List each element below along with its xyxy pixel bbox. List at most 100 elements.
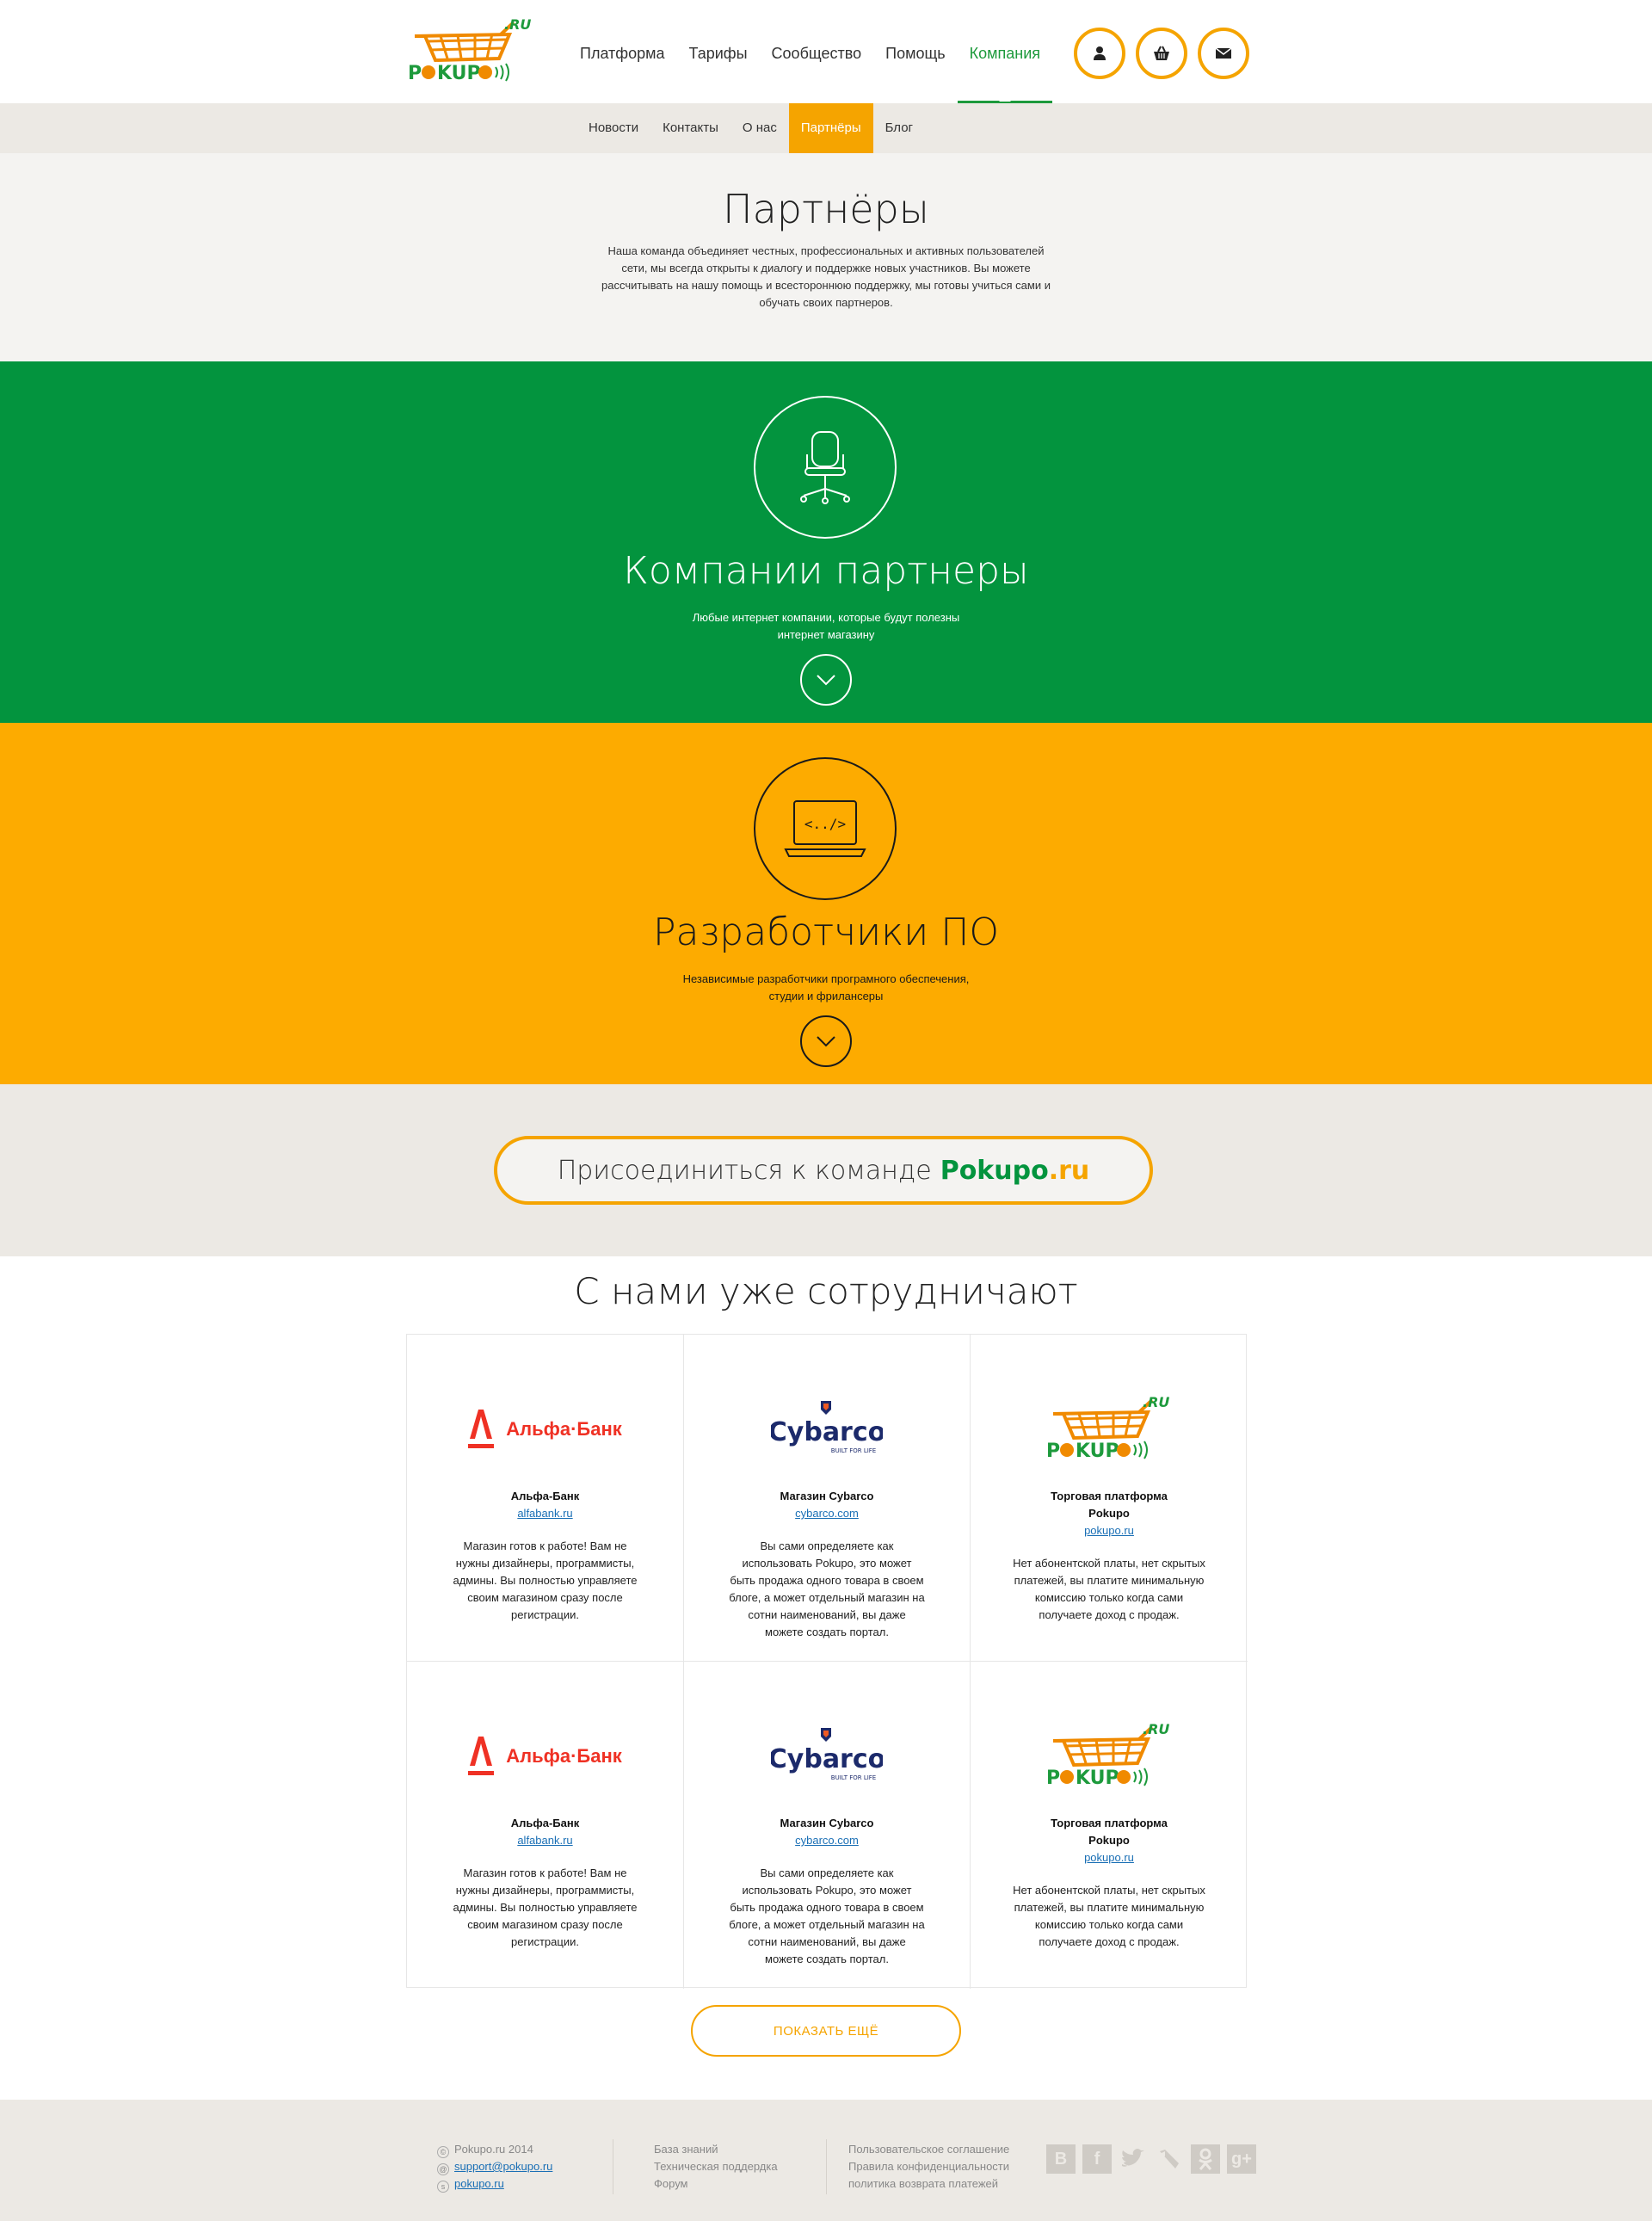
join-section: Присоединиться к команде Pokupo .ru [0,1084,1652,1256]
show-more-button[interactable]: ПОКАЗАТЬ ЕЩЁ [691,2005,961,2057]
user-button[interactable] [1074,28,1125,79]
svg-text:P: P [1046,1768,1060,1789]
svg-text:KUP: KUP [437,63,481,84]
google-plus-button[interactable]: g+ [1227,2144,1256,2174]
partner-link[interactable]: cybarco.com [795,1507,859,1520]
ok-button[interactable] [1191,2144,1220,2174]
partner-name: Торговая платформа Pokupo [1051,1817,1168,1847]
svg-text:KUP: KUP [1076,1768,1119,1789]
partner-link[interactable]: alfabank.ru [517,1507,572,1520]
header: P KUP .RU Платформа Тарифы Сообщество По… [0,0,1652,103]
footer-link-knowledge[interactable]: База знаний [654,2141,778,2158]
footer-email-link[interactable]: support@pokupo.ru [454,2160,552,2173]
svg-text:P: P [408,63,422,84]
alfa-a-icon [468,1410,495,1448]
laptop-icon-circle: <../> [754,757,897,900]
twitter-icon [1122,2149,1144,2167]
band-companies: Компании партнеры Любые интернет компани… [0,361,1652,723]
partner-link[interactable]: alfabank.ru [517,1834,572,1847]
ok-icon [1199,2148,1212,2170]
svg-text:<../>: <../> [804,816,846,832]
cybarco-logo: Cybarco BUILT FOR LIFE [684,1705,970,1808]
subnav-partners[interactable]: Партнёры [788,103,873,153]
alfa-a-icon [468,1737,495,1775]
footer-legal-links: Пользовательское соглашение Правила конф… [848,2141,1009,2193]
vk-icon [1160,2150,1179,2169]
twitter-button[interactable] [1119,2144,1148,2174]
partners-title: С нами уже сотрудничают [574,1270,1078,1312]
partner-description: Вы сами определяете как использовать Pok… [729,1539,925,1638]
user-icon [1094,46,1106,60]
partner-card: P KUP .RU Торговая платформа Pokupo poku… [971,1662,1248,1989]
band-developers-text: Независимые разработчики програмного обе… [682,972,970,1003]
partner-name: Магазин Cybarco [780,1490,874,1502]
subnav-blog[interactable]: Блог [873,103,925,153]
partner-name: Альфа-Банк [510,1817,580,1829]
copyright-icon: © [437,2146,449,2158]
chair-icon [800,431,850,504]
header-actions [1074,28,1249,79]
footer-support-links: База знаний Техническая поддердка Форум [654,2141,778,2193]
main-nav: Платформа Тарифы Сообщество Помощь Компа… [568,0,1053,103]
band-companies-title: Компании партнеры [623,549,1029,593]
partner-name: Магазин Cybarco [780,1817,874,1829]
mail-button[interactable] [1198,28,1249,79]
intro-text: Наша команда объединяет честных, професс… [601,244,1051,309]
basket-icon [1154,46,1169,60]
basket-button[interactable] [1136,28,1187,79]
partner-card: P KUP .RU Торговая платформа Pokupo poku… [971,1335,1248,1662]
band-developers-title: Разработчики ПО [653,910,999,954]
nav-platform[interactable]: Платформа [568,0,677,103]
footer-link-refund[interactable]: политика возврата платежей [848,2175,1009,2193]
nav-tariffs[interactable]: Тарифы [677,0,760,103]
footer: © Pokupo.ru 2014 @ support@pokupo.ru s poku… [0,2100,1652,2221]
chair-icon-circle [754,396,897,539]
footer-link-forum[interactable]: Форум [654,2175,778,2193]
logo[interactable]: P KUP .RU [406,16,535,86]
nav-help[interactable]: Помощь [873,0,958,103]
nav-company[interactable]: Компания [957,0,1053,103]
band-companies-text: Любые интернет компании, которые будут п… [692,611,960,641]
social-links: B f g+ [1046,2144,1256,2174]
nav-community[interactable]: Сообщество [760,0,874,103]
partners-grid: Альфа·Банк Альфа-Банк alfabank.ru Магази… [406,1334,1248,1989]
subnav-about[interactable]: О нас [730,103,789,153]
partner-link[interactable]: pokupo.ru [1084,1851,1134,1864]
footer-link-terms[interactable]: Пользовательское соглашение [848,2141,1009,2158]
subnav-news[interactable]: Новости [576,103,650,153]
vk-b-button[interactable]: B [1046,2144,1076,2174]
partner-card: Альфа·Банк Альфа-Банк alfabank.ru Магази… [407,1335,684,1662]
svg-text:.RU: .RU [1143,1722,1169,1737]
subnav-contacts[interactable]: Контакты [650,103,730,153]
svg-text:.RU: .RU [1143,1395,1169,1410]
footer-copyright: Pokupo.ru 2014 [454,2143,533,2156]
email-icon: @ [437,2163,449,2175]
mail-icon [1215,47,1232,59]
page-title: Партнёры [723,186,929,232]
expand-companies-button[interactable] [800,654,852,706]
vk-button[interactable] [1155,2144,1184,2174]
alfa-logo: Альфа·Банк [407,1378,683,1481]
svg-text:P: P [1046,1441,1060,1462]
intro-section: Партнёры Наша команда объединяет честных… [0,153,1652,361]
partner-description: Нет абонентской платы, нет скрытых плате… [1013,1557,1205,1621]
footer-skype-link[interactable]: pokupo.ru [454,2177,504,2190]
sub-nav: Новости Контакты О нас Партнёры Блог [0,103,1652,153]
partner-link[interactable]: cybarco.com [795,1834,859,1847]
partner-description: Магазин готов к работе! Вам не нужны диз… [453,1539,638,1621]
footer-link-privacy[interactable]: Правила конфиденциальности [848,2158,1009,2175]
facebook-button[interactable]: f [1082,2144,1112,2174]
svg-text:Cybarco: Cybarco [771,1744,883,1774]
partner-link[interactable]: pokupo.ru [1084,1524,1134,1537]
footer-link-support[interactable]: Техническая поддердка [654,2158,778,2175]
expand-developers-button[interactable] [800,1015,852,1067]
svg-text:BUILT FOR LIFE: BUILT FOR LIFE [831,1774,876,1781]
join-team-button[interactable]: Присоединиться к команде Pokupo .ru [494,1136,1153,1205]
svg-text:Cybarco: Cybarco [771,1417,883,1447]
cybarco-logo: Cybarco BUILT FOR LIFE [684,1378,970,1481]
footer-contacts: © Pokupo.ru 2014 @ support@pokupo.ru s poku… [437,2141,552,2193]
partner-description: Нет абонентской платы, нет скрытых плате… [1013,1884,1205,1948]
pokupo-logo: P KUP .RU [971,1378,1248,1481]
partner-description: Магазин готов к работе! Вам не нужны диз… [453,1866,638,1948]
partner-card: Альфа·Банк Альфа-Банк alfabank.ru Магази… [407,1662,684,1989]
